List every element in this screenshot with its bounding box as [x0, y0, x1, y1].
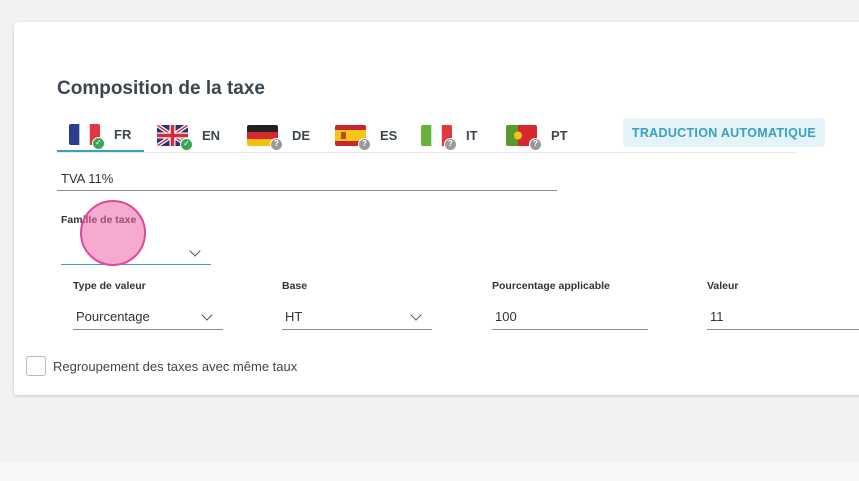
chevron-down-icon [189, 245, 201, 257]
tab-en[interactable]: ✓ EN [157, 118, 237, 152]
flag-pt-icon: ? [506, 124, 542, 151]
tab-it[interactable]: ? IT [421, 118, 501, 152]
tab-de[interactable]: ? DE [247, 118, 327, 152]
flag-es-icon: ? [335, 124, 371, 151]
tab-label: DE [292, 127, 311, 143]
type-valeur-label: Type de valeur [73, 280, 146, 292]
grouping-option[interactable]: Regroupement des taxes avec même taux [26, 356, 297, 376]
valeur-label: Valeur [707, 280, 739, 292]
flag-fr-icon: ✓ [69, 123, 105, 150]
auto-translate-button[interactable]: TRADUCTION AUTOMATIQUE [623, 118, 825, 147]
tab-label: ES [380, 127, 398, 143]
pointer-indicator [80, 200, 146, 266]
type-valeur-select[interactable]: Pourcentage [73, 304, 223, 330]
grouping-checkbox[interactable] [26, 356, 46, 376]
flag-en-icon: ✓ [157, 124, 193, 151]
grouping-label: Regroupement des taxes avec même taux [53, 358, 298, 374]
tab-label: IT [466, 127, 478, 143]
question-icon: ? [270, 137, 283, 151]
valeur-input[interactable]: 11 [707, 304, 859, 330]
section-title: Composition de la taxe [57, 78, 265, 99]
pourcentage-label: Pourcentage applicable [492, 280, 610, 292]
check-icon: ✓ [180, 137, 193, 151]
chevron-down-icon [201, 309, 213, 321]
flag-it-icon: ? [421, 124, 457, 151]
type-valeur-value: Pourcentage [76, 309, 150, 324]
base-value: HT [285, 309, 303, 324]
flag-de-icon: ? [247, 124, 283, 151]
base-label: Base [282, 280, 308, 292]
question-icon: ? [529, 137, 542, 151]
tab-label: EN [202, 127, 221, 143]
tab-fr[interactable]: ✓ FR [57, 118, 144, 152]
tax-name-input[interactable]: TVA 11% [57, 168, 557, 191]
chevron-down-icon [410, 309, 422, 321]
pourcentage-input[interactable]: 100 [492, 304, 648, 330]
page-footer [0, 462, 859, 481]
tab-es[interactable]: ? ES [335, 118, 415, 152]
question-icon: ? [358, 137, 371, 151]
question-icon: ? [444, 137, 457, 151]
language-tabs: ✓ FR ✓ EN ? DE ? ES ? IT ? PT TRADUCTION… [57, 118, 825, 152]
base-select[interactable]: HT [282, 304, 432, 330]
tabs-divider [57, 152, 797, 153]
tab-pt[interactable]: ? PT [506, 118, 586, 152]
tab-label: FR [114, 126, 132, 142]
check-icon: ✓ [92, 136, 105, 150]
tab-label: PT [551, 127, 568, 143]
tax-composition-card: Composition de la taxe ✓ FR ✓ EN ? DE ? … [14, 22, 859, 395]
